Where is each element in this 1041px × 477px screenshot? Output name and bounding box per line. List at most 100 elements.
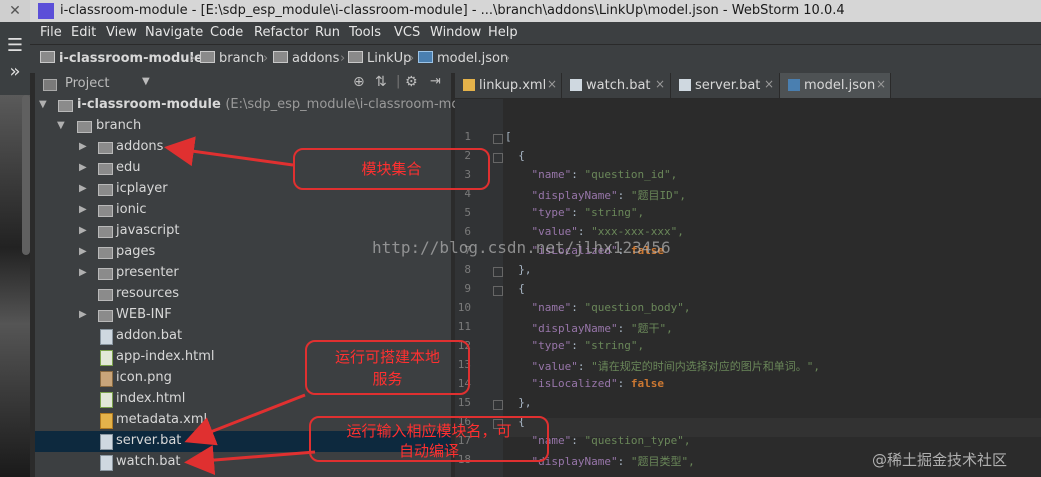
menu-run[interactable]: Run <box>315 25 340 40</box>
fold-marker-icon[interactable] <box>493 286 503 296</box>
tree-row-presenter[interactable]: ▶ presenter <box>35 263 451 284</box>
close-tab-icon[interactable]: × <box>655 77 665 91</box>
callout-modules: 模块集合 <box>293 148 490 190</box>
html-file-icon <box>100 350 113 366</box>
callout-watch-line1: 运行输入相应模块名，可 <box>346 422 512 440</box>
tree-row-ionic[interactable]: ▶ ionic <box>35 200 451 221</box>
tree-folder-label: pages <box>116 244 156 259</box>
collapsed-arrow-icon[interactable]: ▶ <box>79 141 87 152</box>
tree-folder-label: presenter <box>116 265 179 280</box>
menu-help[interactable]: Help <box>488 25 518 40</box>
folder-icon <box>98 142 113 154</box>
json-key: "displayName" <box>531 322 618 335</box>
hide-panel-icon[interactable]: ⇥ <box>430 74 441 89</box>
code-line[interactable]: }, <box>505 396 531 409</box>
collapsed-arrow-icon[interactable]: ▶ <box>79 162 87 173</box>
line-number: 10 <box>457 301 471 314</box>
window-titlebar: i-classroom-module - [E:\sdp_esp_module\… <box>0 0 1041 23</box>
menu-edit[interactable]: Edit <box>71 25 96 40</box>
hamburger-menu-icon[interactable]: ☰ <box>2 33 28 59</box>
json-key: "displayName" <box>531 189 618 202</box>
tab-linkup-xml[interactable]: linkup.xml × <box>455 73 562 98</box>
line-number: 5 <box>464 206 471 219</box>
tree-row-branch[interactable]: ▼ branch <box>35 116 451 137</box>
close-tab-icon[interactable]: × <box>764 77 774 91</box>
code-line[interactable]: [ <box>505 130 512 143</box>
gear-icon[interactable]: ⚙ <box>405 74 418 90</box>
tree-folder-label: javascript <box>116 223 180 238</box>
tree-row-resources[interactable]: resources <box>35 284 451 305</box>
folder-icon <box>98 289 113 301</box>
json-file-icon <box>418 51 433 63</box>
collapsed-arrow-icon[interactable]: ▶ <box>79 183 87 194</box>
tree-row-root[interactable]: ▼ i-classroom-module (E:\sdp_esp_module\… <box>35 95 492 116</box>
breadcrumb-separator-icon: › <box>409 51 415 66</box>
tree-scrollbar[interactable] <box>22 95 30 255</box>
bat-file-icon <box>570 79 582 91</box>
fold-marker-icon[interactable] <box>493 400 503 410</box>
breadcrumb-addons[interactable]: addons <box>273 51 339 66</box>
line-number: 11 <box>457 320 471 333</box>
callout-watch: 运行输入相应模块名，可 自动编译 <box>309 416 549 462</box>
expanded-arrow-icon[interactable]: ▼ <box>57 120 65 131</box>
project-view-label[interactable]: Project <box>65 76 109 91</box>
collapsed-arrow-icon[interactable]: ▶ <box>79 267 87 278</box>
tab-watch-bat[interactable]: watch.bat × <box>562 73 671 98</box>
menu-tools[interactable]: Tools <box>349 25 381 40</box>
code-line[interactable]: { <box>505 282 525 295</box>
json-key: "value" <box>531 225 578 238</box>
code-line[interactable]: "type": "string", <box>505 339 645 352</box>
collapse-all-icon[interactable]: ⇅ <box>375 74 387 90</box>
dropdown-arrow-icon[interactable]: ▼ <box>142 76 150 87</box>
menu-file[interactable]: File <box>40 25 62 40</box>
tab-server-bat[interactable]: server.bat × <box>671 73 780 98</box>
menu-refactor[interactable]: Refactor <box>254 25 309 40</box>
tree-file-label: metadata.xml <box>116 412 208 427</box>
folder-icon <box>98 310 113 322</box>
code-line[interactable]: { <box>505 149 525 162</box>
target-icon[interactable]: ⊕ <box>353 74 365 90</box>
folder-icon <box>200 51 215 63</box>
breadcrumb: i-classroom-module › branch › addons › L… <box>30 44 1041 74</box>
bat-file-icon <box>679 79 691 91</box>
fold-marker-icon[interactable] <box>493 134 503 144</box>
code-line[interactable]: "name": "question_body", <box>505 301 691 314</box>
tab-model-json[interactable]: model.json × <box>780 73 891 98</box>
menu-code[interactable]: Code <box>210 25 243 40</box>
expand-chevron-icon[interactable]: » <box>2 59 28 85</box>
json-string-value: "string", <box>584 206 645 219</box>
menu-window[interactable]: Window <box>430 25 481 40</box>
close-icon[interactable]: ✕ <box>0 0 30 22</box>
tree-branch-label: branch <box>96 118 142 133</box>
collapsed-arrow-icon[interactable]: ▶ <box>79 309 87 320</box>
code-line[interactable]: "displayName": "题目ID", <box>505 187 686 203</box>
expanded-arrow-icon[interactable]: ▼ <box>39 99 47 110</box>
fold-marker-icon[interactable] <box>493 267 503 277</box>
code-line[interactable]: }, <box>505 263 531 276</box>
breadcrumb-file[interactable]: model.json <box>418 51 508 66</box>
menu-view[interactable]: View <box>106 25 137 40</box>
breadcrumb-root[interactable]: i-classroom-module <box>40 51 203 66</box>
menu-navigate[interactable]: Navigate <box>145 25 203 40</box>
tab-label: watch.bat <box>586 78 651 93</box>
code-line[interactable]: "value": "xxx-xxx-xxx", <box>505 225 684 238</box>
fold-marker-icon[interactable] <box>493 153 503 163</box>
json-file-icon <box>788 79 800 91</box>
breadcrumb-linkup[interactable]: LinkUp <box>348 51 411 66</box>
tree-row-web-inf[interactable]: ▶ WEB-INF <box>35 305 451 326</box>
close-tab-icon[interactable]: × <box>876 77 886 91</box>
collapsed-arrow-icon[interactable]: ▶ <box>79 225 87 236</box>
code-line[interactable]: "name": "question_id", <box>505 168 678 181</box>
collapsed-arrow-icon[interactable]: ▶ <box>79 204 87 215</box>
folder-icon <box>98 268 113 280</box>
code-line[interactable]: "displayName": "题干", <box>505 320 673 336</box>
code-line[interactable]: "value": "请在规定的时间内选择对应的图片和单词。", <box>505 358 820 374</box>
code-line[interactable]: "isLocalized": false <box>505 377 664 390</box>
collapsed-arrow-icon[interactable]: ▶ <box>79 246 87 257</box>
code-line[interactable]: "type": "string", <box>505 206 645 219</box>
breadcrumb-file-label: model.json <box>437 51 509 66</box>
callout-watch-line2: 自动编译 <box>398 442 459 460</box>
close-tab-icon[interactable]: × <box>547 77 557 91</box>
breadcrumb-branch[interactable]: branch <box>200 51 264 66</box>
menu-vcs[interactable]: VCS <box>394 25 420 40</box>
